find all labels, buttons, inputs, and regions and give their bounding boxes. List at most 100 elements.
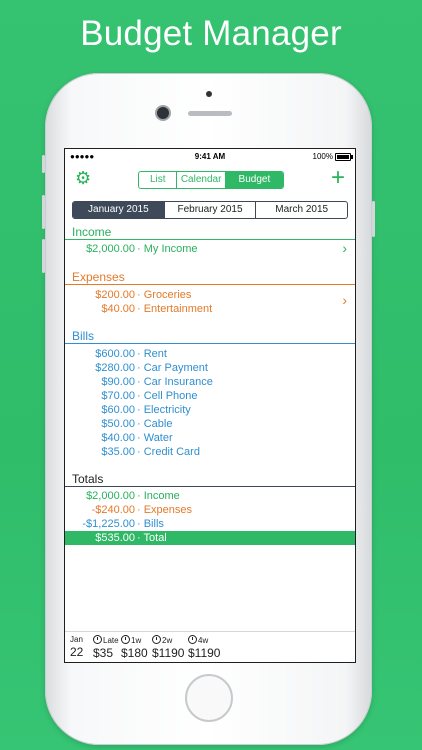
- totals-divider: [65, 486, 355, 487]
- total-amount: -$240.00: [91, 504, 135, 516]
- gear-icon[interactable]: ⚙: [75, 169, 93, 187]
- month-selector: January 2015 February 2015 March 2015: [72, 201, 348, 219]
- bill-amount: $40.00: [101, 432, 135, 444]
- totals-row-bills: -$1,225.00 · Bills: [65, 517, 355, 531]
- battery-icon: [335, 153, 353, 161]
- bill-label: · Water: [137, 432, 173, 444]
- bottom-date-day: 22: [70, 645, 84, 659]
- bill-amount: $35.00: [101, 446, 135, 458]
- clock-icon: [152, 635, 161, 644]
- plus-icon[interactable]: +: [331, 166, 345, 190]
- bill-amount: $50.00: [101, 418, 135, 430]
- bill-row[interactable]: $40.00 · Water: [65, 431, 355, 445]
- income-chevron-icon[interactable]: ›: [342, 240, 347, 256]
- expenses-divider: [65, 284, 355, 285]
- totals-row-total: $535.00 · Total: [65, 531, 355, 545]
- bottom-column-amount: $35: [93, 646, 114, 660]
- expenses-chevron-icon[interactable]: ›: [342, 292, 347, 308]
- earpiece-speaker: [188, 111, 232, 116]
- totals-section-title: Totals: [72, 472, 104, 486]
- income-divider: [65, 239, 355, 240]
- bill-label: · Cell Phone: [137, 390, 198, 402]
- volume-up-button: [42, 195, 45, 229]
- total-amount: -$1,225.00: [82, 518, 135, 530]
- bottom-date: Jan 22: [70, 635, 83, 659]
- bottom-column-1w: 1w $180: [121, 635, 148, 660]
- front-camera: [157, 107, 169, 119]
- total-amount: $535.00: [95, 532, 135, 544]
- proximity-sensor: [206, 91, 212, 97]
- expense-amount: $40.00: [101, 303, 135, 315]
- clock-icon: [188, 635, 197, 644]
- income-row[interactable]: $2,000.00 · My Income: [65, 242, 355, 256]
- bottom-column-amount: $180: [121, 646, 148, 660]
- bill-label: · Car Insurance: [137, 376, 213, 388]
- bill-label: · Credit Card: [137, 446, 200, 458]
- bill-label: · Electricity: [137, 404, 191, 416]
- totals-row-income: $2,000.00 · Income: [65, 489, 355, 503]
- month-tab-march[interactable]: March 2015: [256, 202, 347, 218]
- bill-amount: $90.00: [101, 376, 135, 388]
- month-tab-january[interactable]: January 2015: [73, 202, 165, 218]
- total-amount: $2,000.00: [86, 490, 135, 502]
- view-segmented-control: List Calendar Budget: [138, 171, 284, 189]
- bills-section-title: Bills: [72, 329, 95, 343]
- bill-label: · Cable: [137, 418, 173, 430]
- clock-icon: [121, 635, 130, 644]
- bottom-date-month: Jan: [70, 635, 83, 644]
- status-bar: ●●●●● 9:41 AM 100%: [65, 149, 355, 165]
- month-tab-february[interactable]: February 2015: [165, 202, 257, 218]
- bill-row[interactable]: $90.00 · Car Insurance: [65, 375, 355, 389]
- expense-label: · Entertainment: [137, 303, 213, 315]
- bill-label: · Rent: [137, 348, 167, 360]
- toolbar: ⚙ List Calendar Budget +: [65, 166, 355, 193]
- income-label: · My Income: [137, 243, 198, 255]
- bottom-column-label: 2w: [162, 636, 173, 645]
- bottom-column-2w: 2w $1190: [152, 635, 184, 660]
- bill-row[interactable]: $280.00 · Car Payment: [65, 361, 355, 375]
- segment-calendar[interactable]: Calendar: [177, 172, 226, 188]
- bill-row[interactable]: $70.00 · Cell Phone: [65, 389, 355, 403]
- upcoming-bar: Jan 22 Late $35 1w $180 2w $1190 4w $119…: [65, 631, 355, 662]
- total-label: · Bills: [137, 518, 164, 530]
- bill-row[interactable]: $50.00 · Cable: [65, 417, 355, 431]
- bill-row[interactable]: $35.00 · Credit Card: [65, 445, 355, 459]
- bill-amount: $280.00: [95, 362, 135, 374]
- expense-row[interactable]: $200.00 · Groceries: [65, 288, 355, 302]
- clock-icon: [93, 635, 102, 644]
- income-amount: $2,000.00: [86, 243, 135, 255]
- status-time: 9:41 AM: [194, 152, 226, 161]
- expenses-section-title: Expenses: [72, 270, 125, 284]
- expense-amount: $200.00: [95, 289, 135, 301]
- bottom-column-label: Late: [103, 636, 119, 645]
- expense-label: · Groceries: [137, 289, 192, 301]
- bill-row[interactable]: $60.00 · Electricity: [65, 403, 355, 417]
- bill-amount: $600.00: [95, 348, 135, 360]
- bottom-column-late: Late $35: [93, 635, 119, 660]
- income-section-title: Income: [72, 225, 112, 239]
- bill-row[interactable]: $600.00 · Rent: [65, 347, 355, 361]
- total-label: · Income: [137, 490, 180, 502]
- bottom-column-amount: $1190: [188, 646, 221, 660]
- headline: Budget Manager: [80, 14, 342, 53]
- segment-budget[interactable]: Budget: [225, 172, 283, 188]
- segment-list[interactable]: List: [139, 172, 178, 188]
- home-button[interactable]: [185, 674, 233, 722]
- bottom-column-label: 4w: [198, 636, 209, 645]
- bill-label: · Car Payment: [137, 362, 208, 374]
- bill-amount: $70.00: [101, 390, 135, 402]
- bottom-column-4w: 4w $1190: [188, 635, 220, 660]
- expense-row[interactable]: $40.00 · Entertainment: [65, 302, 355, 316]
- mute-switch: [42, 155, 45, 173]
- app-screen: ●●●●● 9:41 AM 100% ⚙ List Calendar Budge…: [64, 148, 356, 663]
- volume-down-button: [42, 239, 45, 273]
- bill-amount: $60.00: [101, 404, 135, 416]
- totals-row-expenses: -$240.00 · Expenses: [65, 503, 355, 517]
- power-button: [372, 201, 375, 237]
- total-label: · Expenses: [137, 504, 193, 516]
- bottom-column-label: 1w: [131, 636, 142, 645]
- battery-percent: 100%: [312, 152, 333, 161]
- total-label: · Total: [137, 532, 167, 544]
- bills-divider: [65, 343, 355, 344]
- bottom-column-amount: $1190: [152, 646, 185, 660]
